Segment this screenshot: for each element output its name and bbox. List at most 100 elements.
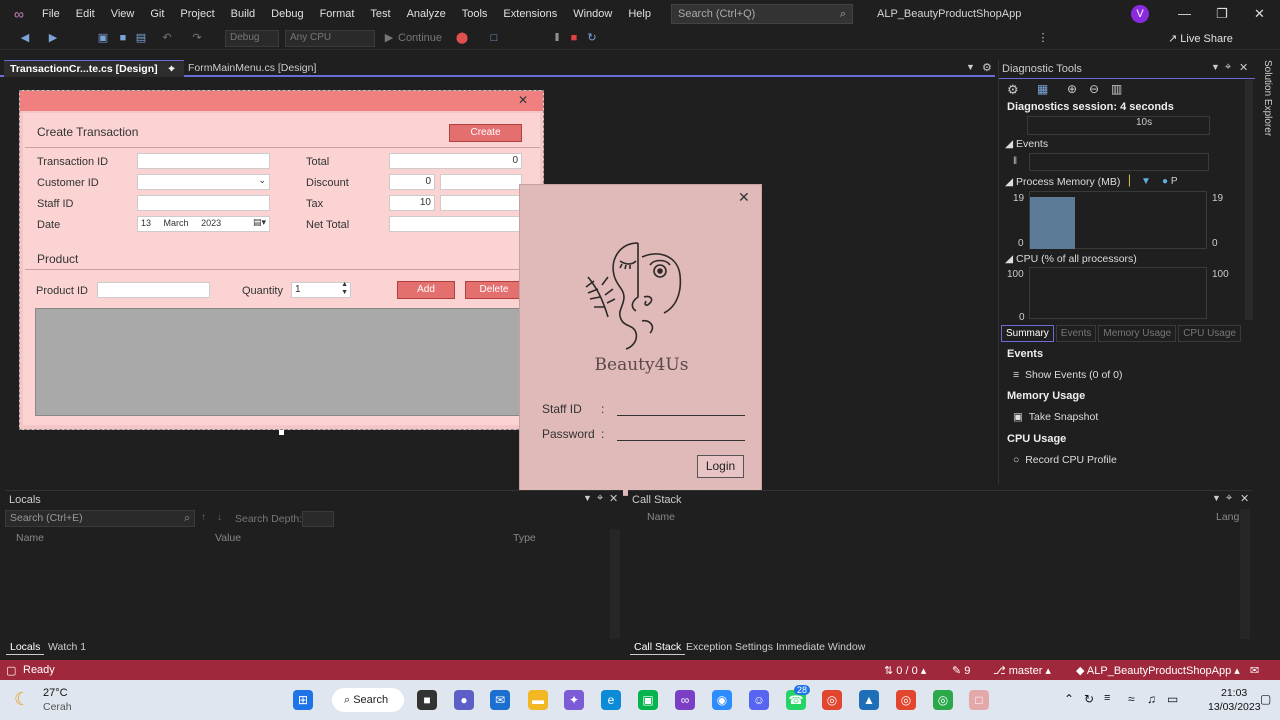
tab-exception-settings[interactable]: Exception Settings — [682, 640, 777, 654]
project-indicator[interactable]: ◆ ALP_BeautyProductShopApp ▴ — [1076, 664, 1240, 677]
login-form[interactable]: ✕ Beauty4Us Staff ID : Password : Login — [519, 184, 762, 496]
menu-extensions[interactable]: Extensions — [495, 8, 565, 20]
chrome-icon[interactable]: ◎ — [822, 690, 842, 710]
new-project-icon[interactable]: ▣ — [96, 31, 110, 45]
tab-cpu-usage[interactable]: CPU Usage — [1178, 325, 1241, 342]
menu-debug[interactable]: Debug — [263, 8, 311, 20]
zoom-icon[interactable]: ◉ — [712, 690, 732, 710]
search-down-icon[interactable]: ↓ — [217, 512, 222, 523]
call-stack-scrollbar[interactable] — [1240, 509, 1250, 639]
task-view-icon[interactable]: ■ — [417, 690, 437, 710]
teams-icon[interactable]: ● — [454, 690, 474, 710]
panel-menu-icon[interactable]: ▼ — [1211, 62, 1220, 72]
menu-analyze[interactable]: Analyze — [399, 8, 454, 20]
close-icon[interactable]: ✕ — [1239, 61, 1248, 74]
visual-studio-icon[interactable]: ∞ — [675, 690, 695, 710]
timeline-ruler[interactable]: 10s — [1027, 116, 1210, 135]
restart-icon[interactable]: ↻ — [585, 31, 599, 45]
back-icon[interactable]: ◀ — [18, 31, 32, 45]
panel-menu-icon[interactable]: ▼ — [1212, 493, 1221, 503]
discount-field[interactable]: 0 — [389, 174, 435, 190]
close-icon[interactable]: ✕ — [609, 492, 618, 505]
notification-center-icon[interactable]: ▢ — [1260, 692, 1271, 706]
quantity-stepper[interactable]: 1 ▲ ▼ — [291, 281, 351, 298]
clock-time[interactable]: 21:03 — [1221, 687, 1247, 699]
settings-icon[interactable]: ⚙ — [982, 61, 992, 74]
copilot-icon[interactable]: ✦ — [564, 690, 584, 710]
input-method-icon[interactable]: ≡ — [1104, 692, 1110, 704]
forward-icon[interactable]: ▶ — [46, 31, 60, 45]
create-button[interactable]: Create — [449, 124, 522, 142]
volume-icon[interactable]: ♫ — [1147, 692, 1156, 706]
menu-project[interactable]: Project — [172, 8, 222, 20]
pause-icon[interactable]: ‖ — [1013, 156, 1017, 167]
total-field[interactable]: 0 — [389, 153, 522, 169]
menu-view[interactable]: View — [103, 8, 143, 20]
menu-test[interactable]: Test — [362, 8, 398, 20]
add-button[interactable]: Add — [397, 281, 455, 299]
resize-handle[interactable] — [279, 430, 284, 435]
date-picker[interactable]: 13 March 2023 ▤▾ — [137, 216, 270, 232]
output-icon[interactable]: ▢ — [6, 664, 16, 677]
platform-select[interactable]: Any CPU — [285, 30, 375, 47]
mail-icon[interactable]: ✉ — [490, 690, 510, 710]
tax-amount-field[interactable] — [440, 195, 522, 211]
windows-start-icon[interactable]: ⊞ — [293, 690, 313, 710]
sync-icon[interactable]: ↻ — [1084, 692, 1094, 706]
product-id-field[interactable] — [97, 282, 210, 298]
col-value[interactable]: Value — [215, 532, 241, 544]
login-close-icon[interactable]: ✕ — [738, 189, 750, 206]
undo-icon[interactable]: ↶ — [160, 31, 174, 45]
notifications-icon[interactable]: ✉ — [1250, 664, 1259, 677]
wifi-icon[interactable]: ≈ — [1128, 692, 1135, 706]
battery-icon[interactable]: ▭ — [1167, 692, 1178, 706]
weather-icon[interactable]: ☾ — [14, 689, 30, 710]
continue-icon[interactable]: ▶ — [382, 31, 396, 45]
record-cpu-link[interactable]: ○ Record CPU Profile — [1013, 454, 1117, 466]
hot-reload-icon[interactable]: ⬤ — [455, 31, 469, 45]
tab-memory-usage[interactable]: Memory Usage — [1098, 325, 1177, 342]
taskbar-search[interactable]: ⌕ Search — [332, 688, 404, 712]
tab-immediate-window[interactable]: Immediate Window — [772, 640, 869, 654]
tray-chevron-icon[interactable]: ⌃ — [1064, 692, 1074, 706]
stepper-arrows-icon[interactable]: ▲ ▼ — [341, 281, 348, 297]
chrome-icon[interactable]: ◎ — [896, 690, 916, 710]
stop-icon[interactable]: ■ — [567, 31, 581, 45]
menu-file[interactable]: File — [34, 8, 68, 20]
zoom-out-icon[interactable]: ⊖ — [1089, 82, 1099, 96]
login-button[interactable]: Login — [697, 455, 744, 478]
tab-summary[interactable]: Summary — [1001, 325, 1054, 342]
solution-explorer-tab[interactable]: Solution Explorer — [1257, 60, 1273, 140]
beauty-app-icon[interactable]: □ — [969, 690, 989, 710]
discord-icon[interactable]: ☺ — [749, 690, 769, 710]
locals-scrollbar[interactable] — [610, 529, 620, 639]
password-input[interactable] — [617, 440, 745, 441]
form-close-icon[interactable]: ✕ — [518, 93, 528, 107]
branch-indicator[interactable]: ⎇ master ▴ — [993, 664, 1051, 677]
staff-id-field[interactable] — [137, 195, 270, 211]
locals-search-input[interactable]: Search (Ctrl+E) ⌕ — [5, 510, 195, 527]
close-icon[interactable]: ✕ — [1240, 492, 1249, 505]
customer-id-select[interactable]: ⌄ — [137, 174, 270, 190]
net-total-field[interactable] — [389, 216, 522, 232]
tax-field[interactable]: 10 — [389, 195, 435, 211]
delete-button[interactable]: Delete — [465, 281, 523, 299]
continue-label[interactable]: Continue — [398, 32, 442, 44]
menu-tools[interactable]: Tools — [454, 8, 496, 20]
live-share-button[interactable]: ↗ Live Share — [1168, 32, 1233, 45]
pin-icon[interactable]: ⌖ — [1225, 61, 1231, 74]
pin-icon[interactable]: ⌖ — [169, 63, 175, 75]
pin-icon[interactable]: ⌖ — [1226, 492, 1232, 505]
col-lang[interactable]: Lang — [1216, 511, 1239, 523]
staff-id-input[interactable] — [617, 415, 745, 416]
col-name[interactable]: Name — [647, 511, 675, 523]
menu-git[interactable]: Git — [142, 8, 172, 20]
search-up-icon[interactable]: ↑ — [201, 512, 206, 523]
select-tools-icon[interactable]: ▦ — [1037, 82, 1048, 96]
tab-locals[interactable]: Locals — [6, 640, 45, 655]
errors-indicator[interactable]: ⇅ 0 / 0 ▴ — [884, 664, 926, 677]
diag-scrollbar[interactable] — [1245, 80, 1253, 320]
edits-indicator[interactable]: ✎ 9 — [952, 664, 970, 677]
settings-icon[interactable]: ⚙ — [1007, 82, 1019, 98]
tab-dropdown-icon[interactable]: ▼ — [966, 62, 975, 72]
